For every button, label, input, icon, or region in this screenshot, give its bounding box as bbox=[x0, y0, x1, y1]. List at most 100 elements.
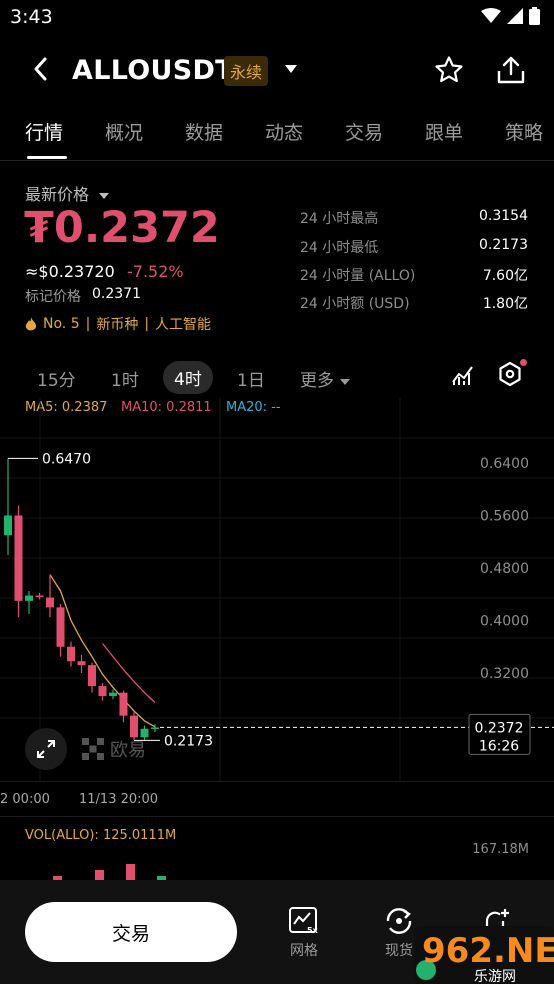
x-tick-label: 2 00:00 bbox=[0, 792, 50, 807]
latest-price-label: 最新价格 bbox=[25, 185, 90, 204]
interval-4h[interactable]: 4时 bbox=[163, 361, 213, 394]
grid-label: 网格 bbox=[290, 943, 318, 959]
badge-sub: 乐游网 bbox=[474, 969, 516, 984]
volume-label: VOL(ALLO): 125.0111M bbox=[25, 828, 177, 843]
indicator-icon[interactable] bbox=[451, 362, 475, 390]
chart-divider bbox=[0, 781, 554, 782]
spot-button[interactable]: 现货 bbox=[384, 906, 414, 960]
usd-equivalent: ≈$0.23720 bbox=[25, 262, 115, 281]
tab-strategy[interactable]: 策略 bbox=[505, 118, 543, 145]
battery-icon bbox=[529, 7, 540, 25]
svg-text:5x: 5x bbox=[307, 926, 319, 935]
caret-down-icon bbox=[340, 379, 351, 385]
candle-body bbox=[25, 595, 33, 601]
share-icon[interactable] bbox=[496, 55, 526, 89]
candle-body bbox=[46, 597, 54, 608]
okx-watermark: 欧易 bbox=[82, 736, 146, 762]
interval-more[interactable]: 更多 bbox=[300, 366, 351, 391]
x-tick-label: 11/13 20:00 bbox=[79, 792, 159, 807]
more-label: 更多 bbox=[300, 371, 334, 391]
high-marker-label: 0.6470 bbox=[42, 451, 91, 467]
candle-body bbox=[88, 665, 96, 687]
y-tick-label: 0.5600 bbox=[480, 509, 529, 525]
last-price: ₮0.2372 bbox=[24, 203, 220, 253]
stat-value: 1.80亿 bbox=[482, 296, 528, 312]
low-marker-label: 0.2173 bbox=[164, 733, 213, 749]
okx-logo bbox=[82, 738, 104, 760]
volume-bar bbox=[126, 864, 135, 880]
current-price-label: 0.2372 bbox=[475, 720, 524, 736]
status-icons bbox=[481, 7, 540, 25]
mark-price-label: 标记价格 bbox=[25, 289, 81, 305]
tab-market[interactable]: 行情 bbox=[25, 118, 63, 145]
spot-label: 现货 bbox=[385, 943, 413, 959]
active-tab-indicator bbox=[27, 156, 67, 159]
tab-news[interactable]: 动态 bbox=[265, 118, 303, 145]
stat-label: 24 小时最高 bbox=[300, 211, 379, 227]
candles bbox=[4, 458, 159, 741]
volume-bars bbox=[53, 864, 166, 880]
candle-body bbox=[4, 515, 12, 536]
stat-value: 7.60亿 bbox=[482, 268, 528, 284]
back-button[interactable] bbox=[32, 56, 48, 89]
detail-tabs: 行情 概况 数据 动态 交易 跟单 策略 bbox=[0, 118, 554, 161]
candle-body bbox=[98, 686, 107, 696]
interval-1h[interactable]: 1时 bbox=[111, 366, 139, 391]
y-tick-label: 0.4800 bbox=[480, 561, 529, 577]
candlestick-chart[interactable]: 0.6400 0.5600 0.4800 0.4000 0.3200 0.6470 0.2… bbox=[0, 398, 554, 783]
candle-body bbox=[77, 661, 86, 666]
stat-label: 24 小时最低 bbox=[300, 240, 379, 256]
candle-body bbox=[109, 692, 117, 696]
tab-overview[interactable]: 概况 bbox=[105, 118, 143, 145]
tab-copy-trade[interactable]: 跟单 bbox=[425, 118, 463, 145]
stat-volume-24h: 24 小时量 (ALLO) 7.60亿 bbox=[300, 265, 528, 285]
volume-bar bbox=[95, 870, 104, 880]
trade-button[interactable]: 交易 bbox=[25, 902, 237, 962]
ma-lines bbox=[49, 574, 156, 728]
stat-value: 0.2173 bbox=[479, 237, 528, 253]
fire-icon bbox=[25, 316, 37, 330]
interval-1d[interactable]: 1日 bbox=[237, 366, 265, 391]
pair-name[interactable]: ALLOUSDT bbox=[72, 55, 234, 86]
candle-body bbox=[14, 515, 23, 601]
signal-icon bbox=[507, 8, 523, 24]
change-percent: -7.52% bbox=[127, 262, 184, 281]
switch-icon bbox=[386, 908, 412, 934]
stat-high-24h: 24 小时最高 0.3154 bbox=[300, 208, 528, 228]
rank-tags[interactable]: No. 5 | 新币种 | 人工智能 bbox=[25, 314, 211, 334]
separator: | bbox=[85, 316, 91, 332]
latest-price-selector[interactable]: 最新价格 bbox=[25, 181, 110, 205]
stat-label: 24 小时额 (USD) bbox=[300, 296, 410, 312]
rank-label: No. 5 bbox=[43, 316, 80, 332]
chevron-left-icon bbox=[34, 57, 47, 81]
caret-down-icon bbox=[99, 193, 110, 199]
countdown-label: 16:26 bbox=[479, 738, 519, 754]
stat-low-24h: 24 小时最低 0.2173 bbox=[300, 237, 528, 257]
volume-divider bbox=[0, 816, 554, 817]
pair-dropdown-icon[interactable] bbox=[284, 62, 298, 78]
favorite-star-icon[interactable] bbox=[434, 55, 464, 89]
grid-button[interactable]: 5x 网格 bbox=[288, 906, 320, 960]
chart-annotations: 0.6470 0.2173 0.2372 16:26 bbox=[8, 451, 554, 755]
volume-max: 167.18M bbox=[472, 842, 529, 857]
tab-trade[interactable]: 交易 bbox=[345, 118, 383, 145]
tag-new-coin: 新币种 bbox=[96, 317, 139, 333]
chart-settings-icon[interactable] bbox=[497, 361, 523, 391]
y-tick-label: 0.3200 bbox=[480, 666, 529, 682]
fullscreen-button[interactable] bbox=[25, 728, 67, 770]
interval-15m[interactable]: 15分 bbox=[37, 366, 76, 391]
candle-body bbox=[67, 646, 75, 662]
badge-brand: 962.NET bbox=[422, 931, 554, 971]
candle-body bbox=[119, 692, 128, 716]
stat-value: 0.3154 bbox=[479, 208, 528, 224]
notification-dot bbox=[520, 359, 527, 366]
site-watermark-badge: 962.NET 乐游网 bbox=[414, 926, 554, 984]
stat-label: 24 小时量 (ALLO) bbox=[300, 268, 416, 284]
mark-price-value: 0.2371 bbox=[92, 286, 141, 302]
y-tick-label: 0.6400 bbox=[480, 456, 529, 472]
candle-body bbox=[151, 727, 159, 729]
tab-data[interactable]: 数据 bbox=[185, 118, 223, 145]
ma5-line bbox=[49, 574, 156, 728]
y-tick-label: 0.4000 bbox=[480, 614, 529, 630]
candle-body bbox=[56, 607, 65, 647]
